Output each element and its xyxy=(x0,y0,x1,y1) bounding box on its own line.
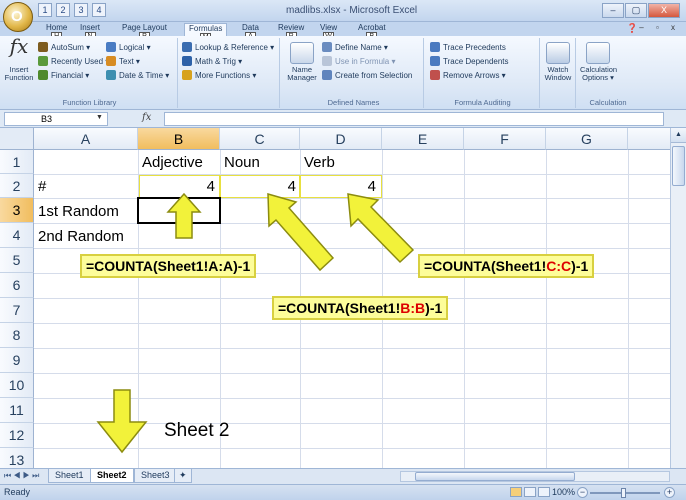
theta-icon xyxy=(182,56,192,66)
sheet2-annotation: Sheet 2 xyxy=(164,420,230,441)
normal-view-icon[interactable] xyxy=(510,487,522,497)
calendar-icon xyxy=(106,70,116,80)
group-watch: Watch Window xyxy=(540,38,576,108)
sigma-icon xyxy=(38,42,48,52)
remove-arrows-icon xyxy=(430,70,440,80)
group-function-library: fx Insert Function AutoSum ▾ Recently Us… xyxy=(2,34,178,108)
quick-access-toolbar: 1 2 3 4 xyxy=(38,3,106,17)
customize-qat-icon[interactable]: 4 xyxy=(92,3,106,17)
page-break-view-icon[interactable] xyxy=(538,487,550,497)
trace-dependents-button[interactable]: Trace Dependents xyxy=(430,56,509,66)
worksheet-grid[interactable]: A B C D E F G H 1 2 3 4 5 6 7 8 9 10 11 … xyxy=(0,128,670,468)
title-bar: 1 2 3 4 madlibs.xlsx - Microsoft Excel –… xyxy=(0,0,686,22)
formula-callout-a: =COUNTA(Sheet1!A:A)-1 xyxy=(80,254,257,278)
help-icon[interactable]: ❓ xyxy=(627,23,638,34)
ribbon-formulas: fx Insert Function AutoSum ▾ Recently Us… xyxy=(0,36,686,110)
redo-icon[interactable]: 3 xyxy=(74,3,88,17)
undo-icon[interactable]: 2 xyxy=(56,3,70,17)
sheet-nav-icons[interactable]: ⏮ ◀ ▶ ⏭ xyxy=(4,471,39,481)
name-manager-button[interactable]: Name Manager xyxy=(286,42,318,82)
zoom-slider-knob[interactable] xyxy=(621,488,626,498)
page-layout-view-icon[interactable] xyxy=(524,487,536,497)
close-button[interactable]: X xyxy=(648,3,680,18)
calculator-icon xyxy=(586,42,610,64)
name-box-dropdown-icon[interactable]: ▼ xyxy=(96,114,103,121)
arrow-down-sheet2 xyxy=(96,389,148,454)
office-button[interactable]: O xyxy=(3,2,33,32)
remove-arrows-button[interactable]: Remove Arrows ▾ xyxy=(430,70,506,80)
trace-precedents-button[interactable]: Trace Precedents xyxy=(430,42,506,52)
trace-arrow-icon xyxy=(430,56,440,66)
use-in-formula-button[interactable]: Use in Formula ▾ xyxy=(322,56,395,66)
autosum-button[interactable]: AutoSum ▾ xyxy=(38,42,90,52)
ribbon-tabs: HomeH InsertN Page LayoutP FormulasM Dat… xyxy=(0,22,686,43)
tab-formulas[interactable]: FormulasM xyxy=(184,23,228,43)
vertical-scrollbar[interactable]: ▲ xyxy=(670,128,686,468)
view-buttons xyxy=(510,487,550,497)
sheet-tab-sheet1[interactable]: Sheet1 xyxy=(48,469,91,483)
book-icon xyxy=(38,70,48,80)
formula-bar: B3 ▼ fx xyxy=(0,110,686,128)
books-icon xyxy=(182,70,192,80)
calculation-options-button[interactable]: Calculation Options ▾ xyxy=(580,42,617,82)
more-functions-button[interactable]: More Functions ▾ xyxy=(182,70,256,80)
recently-used-button[interactable]: Recently Used ▾ xyxy=(38,56,109,66)
group-defined-names: Name Manager Define Name ▾ Use in Formul… xyxy=(284,38,424,108)
define-name-button[interactable]: Define Name ▾ xyxy=(322,42,388,52)
save-icon[interactable]: 1 xyxy=(38,3,52,17)
sheet-tab-sheet3[interactable]: Sheet3 xyxy=(134,469,177,483)
horizontal-scrollbar[interactable] xyxy=(400,471,670,482)
status-bar: Ready 100% − + xyxy=(0,484,686,500)
name-manager-icon xyxy=(290,42,314,64)
star-icon xyxy=(38,56,48,66)
math-trig-button[interactable]: Math & Trig ▾ xyxy=(182,56,242,66)
office-logo-icon: O xyxy=(11,8,23,25)
insert-sheet-icon[interactable]: ✦ xyxy=(174,469,192,483)
group-calculation: Calculation Options ▾ Calculation xyxy=(578,38,638,108)
formula-input[interactable] xyxy=(164,112,664,126)
scroll-up-icon[interactable]: ▲ xyxy=(671,128,686,143)
minimize-button[interactable]: – xyxy=(602,3,624,18)
lookup-reference-button[interactable]: Lookup & Reference ▾ xyxy=(182,42,274,52)
date-time-button[interactable]: Date & Time ▾ xyxy=(106,70,169,80)
book-icon xyxy=(182,42,192,52)
insert-function-button[interactable]: fx Insert Function xyxy=(4,34,34,82)
text-a-icon xyxy=(106,56,116,66)
maximize-button[interactable]: ▢ xyxy=(625,3,647,18)
zoom-out-icon[interactable]: − xyxy=(577,487,588,498)
logical-button[interactable]: Logical ▾ xyxy=(106,42,151,52)
window-controls: – ▢ X xyxy=(602,3,680,18)
formula-callout-c: =COUNTA(Sheet1!C:C)-1 xyxy=(418,254,595,278)
zoom-level[interactable]: 100% xyxy=(552,487,575,497)
text-button[interactable]: Text ▾ xyxy=(106,56,140,66)
arrow-to-c2 xyxy=(267,192,335,272)
zoom-in-icon[interactable]: + xyxy=(664,487,675,498)
insert-function-fx-icon[interactable]: fx xyxy=(142,112,151,123)
formula-callout-b: =COUNTA(Sheet1!B:B)-1 xyxy=(272,296,449,320)
group-function-library-2: Lookup & Reference ▾ Math & Trig ▾ More … xyxy=(180,38,280,108)
grid-icon xyxy=(322,70,332,80)
fx-icon: fx xyxy=(9,34,29,58)
book-icon xyxy=(106,42,116,52)
status-text: Ready xyxy=(4,487,31,497)
group-formula-auditing: Trace Precedents Trace Dependents Remove… xyxy=(426,38,540,108)
horizontal-scroll-thumb[interactable] xyxy=(415,472,575,481)
trace-arrow-icon xyxy=(430,42,440,52)
fx-small-icon xyxy=(322,56,332,66)
tag-icon xyxy=(322,42,332,52)
sheet-tab-bar: ⏮ ◀ ▶ ⏭ Sheet1 Sheet2 Sheet3 ✦ xyxy=(0,468,686,484)
financial-button[interactable]: Financial ▾ xyxy=(38,70,89,80)
arrow-up-b2 xyxy=(166,192,202,239)
watch-window-icon xyxy=(546,42,570,64)
create-from-selection-button[interactable]: Create from Selection xyxy=(322,70,412,80)
arrow-to-d2 xyxy=(347,193,415,264)
watch-window-button[interactable]: Watch Window xyxy=(542,42,574,82)
vertical-scroll-thumb[interactable] xyxy=(672,146,685,186)
name-box[interactable]: B3 xyxy=(4,112,108,126)
sheet-tab-sheet2[interactable]: Sheet2 xyxy=(90,469,134,483)
workbook-window-controls[interactable]: – ▫ x xyxy=(639,23,680,32)
window-title: madlibs.xlsx - Microsoft Excel xyxy=(286,5,418,16)
